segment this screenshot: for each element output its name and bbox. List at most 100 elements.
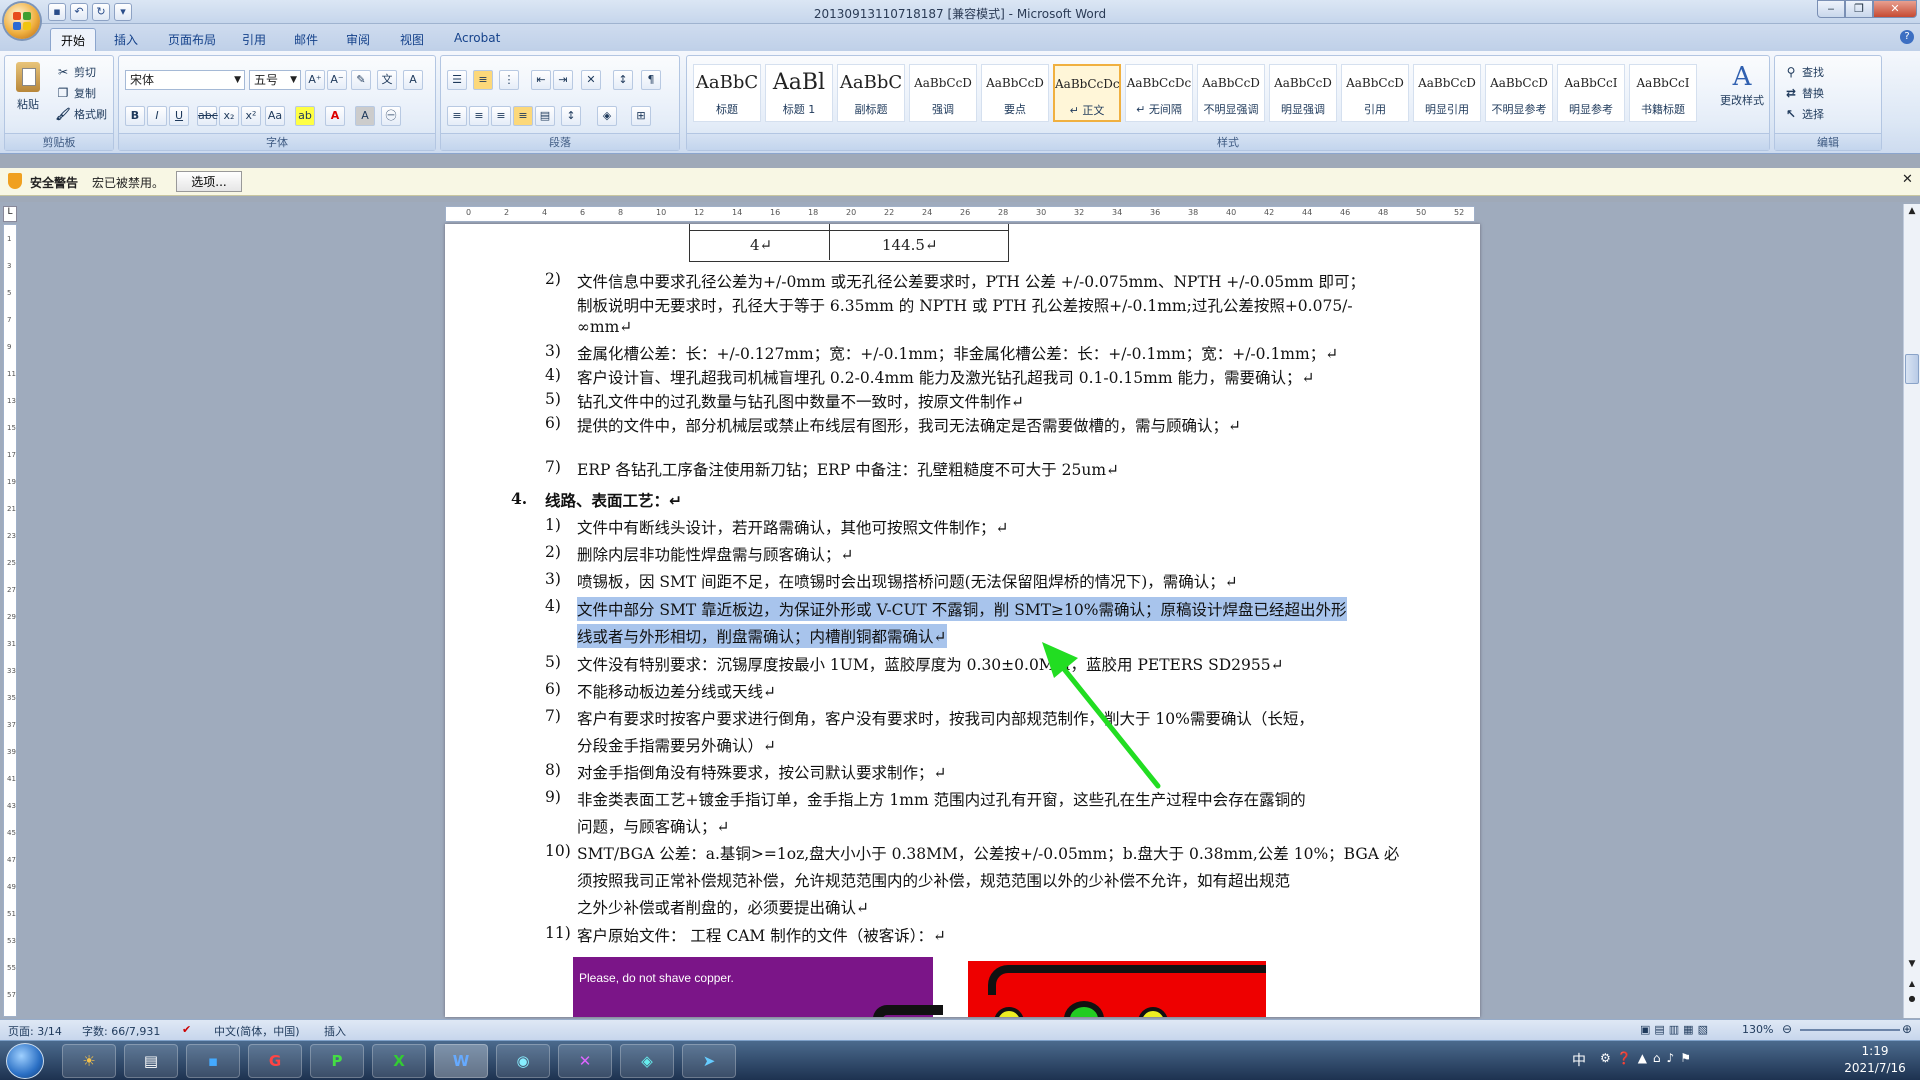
font-name-combo[interactable]: 宋体 ▼ [125,70,245,90]
style-11[interactable]: AaBbCcD 不明显参考 [1485,64,1553,122]
cut-button[interactable]: ✂ 剪切 [55,62,96,82]
numbering-icon[interactable]: ≡ [473,70,493,90]
subscript-icon[interactable]: x₂ [219,106,239,126]
asian-layout-icon[interactable]: ✕ [581,70,601,90]
insert-mode[interactable]: 插入 [324,1023,346,1039]
select-browse-object-icon[interactable]: ● [1905,994,1919,1008]
list-item[interactable]: ∞mm↵ [577,318,632,336]
app-fish-taskbar-icon[interactable]: ◈ [620,1044,674,1078]
selected-text-line[interactable]: 文件中部分 SMT 靠近板边，为保证外形或 V-CUT 不露铜，削 SMT≥10… [577,597,1347,621]
multilevel-list-icon[interactable]: ⋮ [499,70,519,90]
tab-view[interactable]: 视图 [390,28,434,51]
list-item[interactable]: 对金手指倒角没有特殊要求，按公司默认要求制作；↵ [577,761,947,783]
char-shading-icon[interactable]: A [355,106,375,126]
bullets-icon[interactable]: ☰ [447,70,467,90]
tab-home[interactable]: 开始 [50,28,97,51]
style-2[interactable]: AaBbC 副标题 [837,64,905,122]
highlight-icon[interactable]: ab [295,106,315,126]
list-item[interactable]: 删除内层非功能性焊盘需与顾客确认；↵ [577,543,854,565]
show-marks-icon[interactable]: ¶ [641,70,661,90]
help-icon[interactable]: ? [1900,30,1914,44]
scroll-thumb[interactable] [1905,354,1919,384]
superscript-icon[interactable]: x² [241,106,261,126]
restore-button[interactable]: ❐ [1845,0,1873,18]
list-item[interactable]: 金属化槽公差：长：+/-0.127mm；宽：+/-0.1mm；非金属化槽公差：长… [577,342,1338,364]
office-button[interactable] [4,3,40,39]
style-1[interactable]: AaBl 标题 1 [765,64,833,122]
clock-time[interactable]: 1:19 [1840,1044,1910,1058]
shading-icon[interactable]: ◈ [597,106,617,126]
ruler-toggle-icon[interactable]: L [3,206,17,222]
list-item[interactable]: 问题，与顾客确认；↵ [577,815,730,837]
change-case-icon[interactable]: Aa [265,106,285,126]
explorer-taskbar-icon[interactable]: ☀ [62,1044,116,1078]
zoom-in-icon[interactable]: ⊕ [1902,1022,1912,1036]
list-item[interactable]: 客户有要求时按客户要求进行倒角，客户没有要求时，按我司内部规范制作，削大于 10… [577,707,1314,729]
scroll-up-icon[interactable]: ▲ [1905,206,1919,220]
style-9[interactable]: AaBbCcD 引用 [1341,64,1409,122]
paste-button[interactable]: 粘贴 [13,62,43,120]
distribute-icon[interactable]: ▤ [535,106,555,126]
close-button[interactable]: ✕ [1873,0,1917,18]
list-item[interactable]: 提供的文件中，部分机械层或禁止布线层有图形，我司无法确定是否需要做槽的，需与顾确… [577,414,1241,436]
increase-indent-icon[interactable]: ⇥ [553,70,573,90]
list-item[interactable]: 不能移动板边差分线或天线↵ [577,680,776,702]
list-item[interactable]: 须按照我司正常补偿规范补偿，允许规范范围内的少补偿，规范范围以外的少补偿不允许，… [577,869,1290,891]
style-12[interactable]: AaBbCcI 明显参考 [1557,64,1625,122]
ime-indicator[interactable]: 中 [1572,1050,1586,1070]
tray-icons[interactable]: ⚙❓▲⌂♪⚑ [1600,1051,1697,1065]
borders-icon[interactable]: ⊞ [631,106,651,126]
minimize-button[interactable]: ‒ [1817,0,1845,18]
proofing-icon[interactable]: ✔ [182,1023,191,1036]
list-item[interactable]: 喷锡板，因 SMT 间距不足，在喷锡时会出现锡搭桥问题(无法保留阻焊桥的情况下)… [577,570,1238,592]
list-item[interactable]: 文件信息中要求孔径公差为+/-0mm 或无孔径公差要求时，PTH 公差 +/-0… [577,270,1365,292]
bold-icon[interactable]: B [125,106,145,126]
justify-icon[interactable]: ≡ [513,106,533,126]
word-taskbar-icon[interactable]: W [434,1044,488,1078]
clock-date[interactable]: 2021/7/16 [1840,1061,1910,1075]
replace-button[interactable]: ⇄ 替换 [1783,83,1824,103]
align-right-icon[interactable]: ≡ [491,106,511,126]
phonetic-icon[interactable]: 文 [377,70,397,90]
tab-page-layout[interactable]: 页面布局 [158,28,226,51]
line-spacing-icon[interactable]: ↕ [561,106,581,126]
find-button[interactable]: ⚲ 查找 [1783,62,1824,82]
clear-format-icon[interactable]: ✎ [351,70,371,90]
align-center-icon[interactable]: ≡ [469,106,489,126]
decrease-indent-icon[interactable]: ⇤ [531,70,551,90]
vertical-scrollbar[interactable]: ▲ ▼ ▲ ● [1903,204,1920,1018]
undo-icon[interactable]: ↶ [70,3,88,21]
app-send-taskbar-icon[interactable]: ➤ [682,1044,736,1078]
notepad-taskbar-icon[interactable]: ▤ [124,1044,178,1078]
underline-icon[interactable]: U [169,106,189,126]
selected-text-line[interactable]: 线或者与外形相切，削盘需确认；内槽削铜都需确认↵ [577,624,947,648]
start-button[interactable] [6,1043,44,1079]
list-item[interactable]: 制板说明中无要求时，孔径大于等于 6.35mm 的 NPTH 或 PTH 孔公差… [577,294,1353,316]
excel-taskbar-icon[interactable]: X [372,1044,426,1078]
language-indicator[interactable]: 中文(简体，中国) [214,1023,300,1039]
list-item[interactable]: 分段金手指需要另外确认）↵ [577,734,776,756]
tab-references[interactable]: 引用 [232,28,276,51]
change-styles-button[interactable]: A 更改样式 [1717,62,1767,122]
sort-icon[interactable]: ↕ [613,70,633,90]
app-g-taskbar-icon[interactable]: G [248,1044,302,1078]
app-p-taskbar-icon[interactable]: P [310,1044,364,1078]
tab-insert[interactable]: 插入 [104,28,148,51]
app-x-taskbar-icon[interactable]: ✕ [558,1044,612,1078]
style-5[interactable]: AaBbCcDc ↵ 正文 [1053,64,1121,122]
font-color-icon[interactable]: A [325,106,345,126]
list-item[interactable]: 线路、表面工艺：↵ [545,489,682,511]
scroll-down-icon[interactable]: ▼ [1905,959,1919,973]
copy-button[interactable]: ❐ 复制 [55,83,96,103]
style-6[interactable]: AaBbCcDc ↵ 无间隔 [1125,64,1193,122]
style-7[interactable]: AaBbCcD 不明显强调 [1197,64,1265,122]
list-item[interactable]: 文件没有特别要求：沉锡厚度按最小 1UM，蓝胶厚度为 0.30±0.0MM，蓝胶… [577,653,1284,675]
list-item[interactable]: 文件中有断线头设计，若开路需确认，其他可按照文件制作；↵ [577,516,1009,538]
view-buttons[interactable]: ▣▤▥▦▧ [1640,1023,1712,1036]
list-item[interactable]: 之外少补偿或者削盘的，必须要提出确认↵ [577,896,869,918]
redo-icon[interactable]: ↻ [92,3,110,21]
list-item[interactable]: 客户设计盲、埋孔超我司机械盲埋孔 0.2-0.4mm 能力及激光钻孔超我司 0.… [577,366,1314,388]
tab-mailings[interactable]: 邮件 [284,28,328,51]
close-icon[interactable]: ✕ [1902,172,1913,187]
enclose-char-icon[interactable]: ㊀ [381,106,401,126]
